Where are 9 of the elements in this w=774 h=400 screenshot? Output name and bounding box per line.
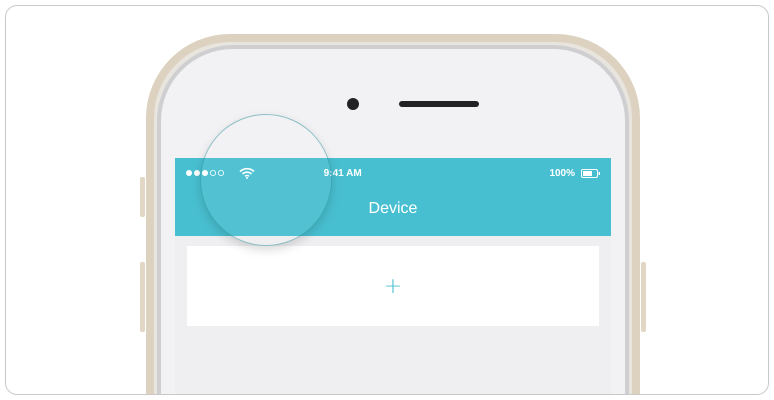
battery-icon	[581, 168, 602, 178]
wifi-icon	[239, 167, 255, 179]
screen-title: Device	[368, 199, 418, 219]
camera-icon	[347, 98, 359, 110]
status-time: 9:41 AM	[324, 168, 363, 178]
battery-percent: 100%	[549, 168, 576, 178]
speaker-icon	[399, 100, 479, 106]
signal-icon	[185, 169, 225, 177]
add-device-button[interactable]: +	[187, 246, 599, 326]
